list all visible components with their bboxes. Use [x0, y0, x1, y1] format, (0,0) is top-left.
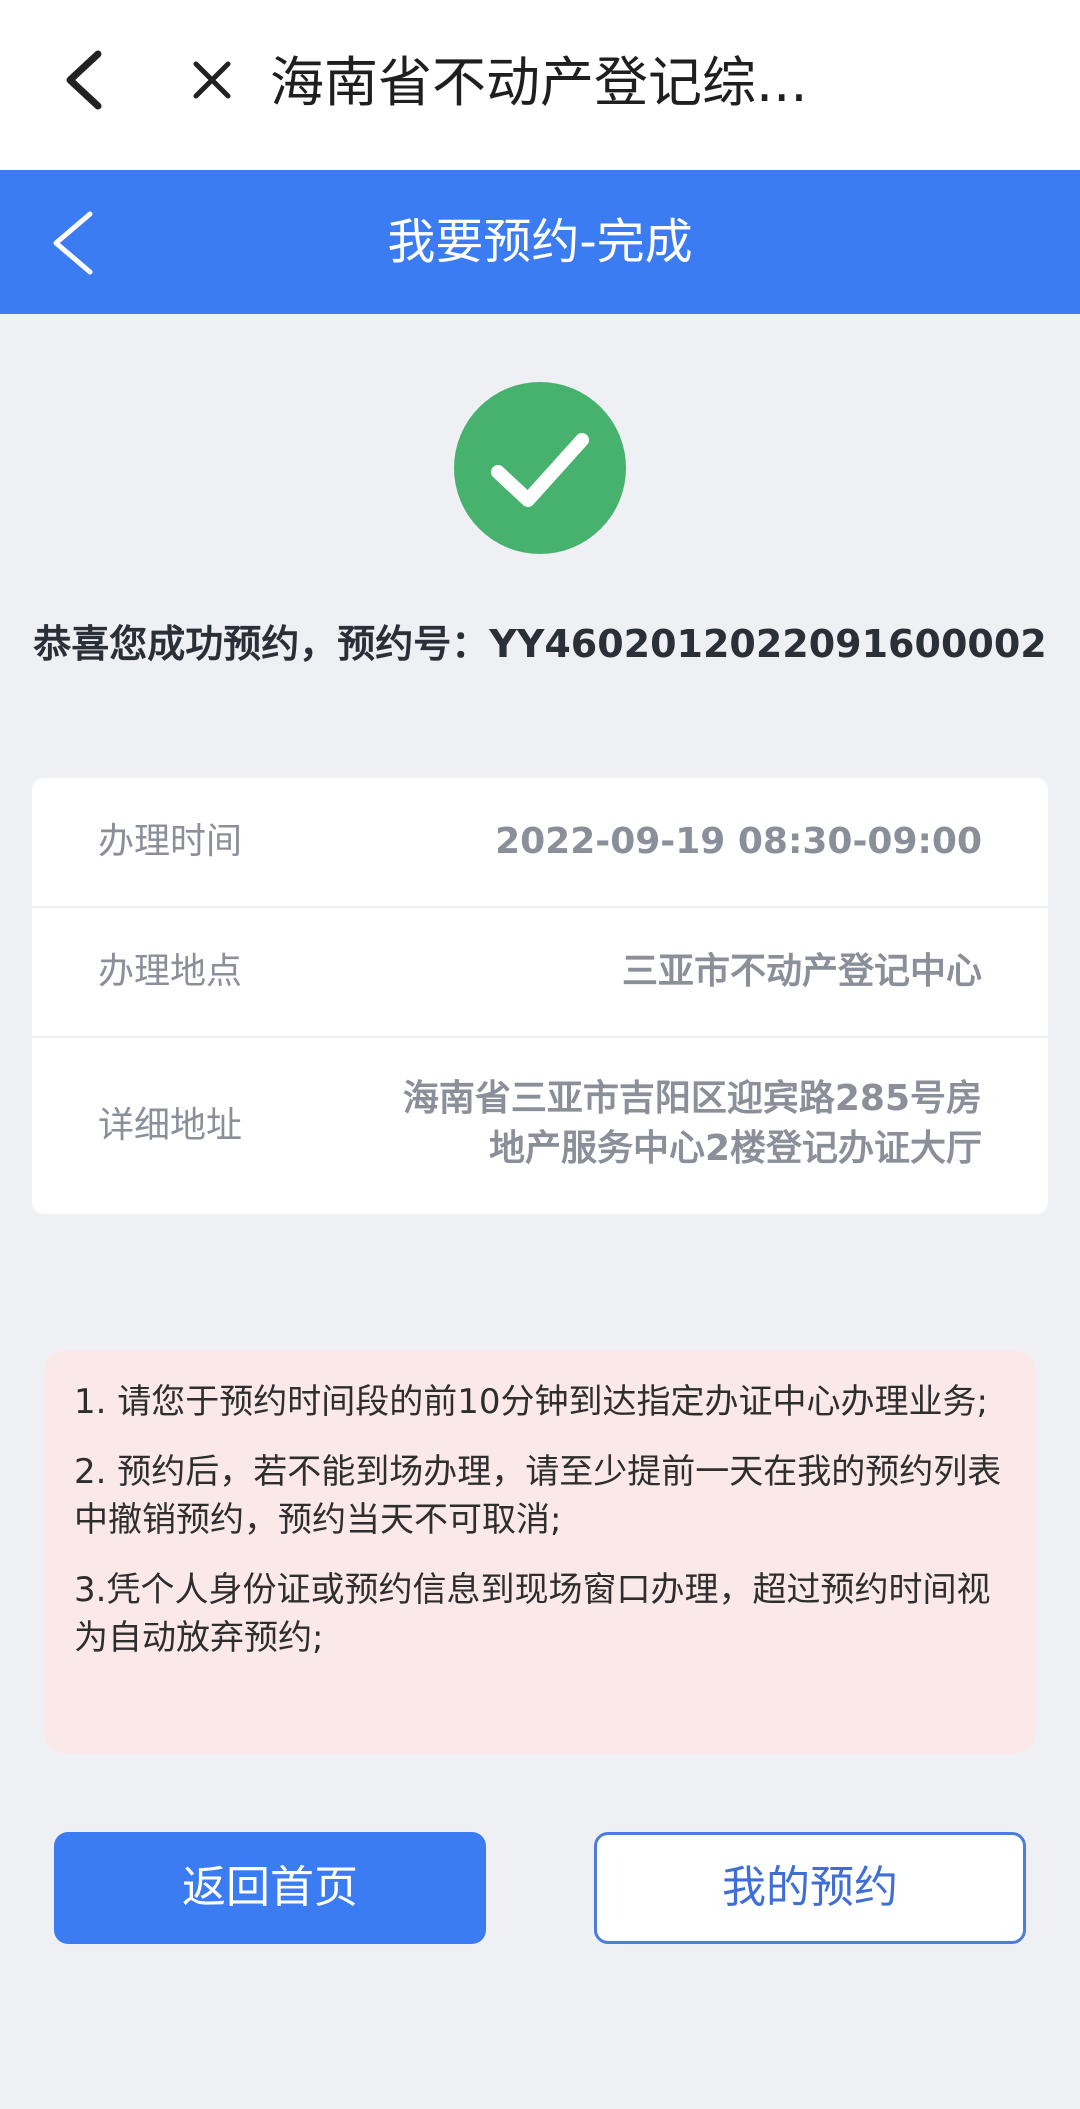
address-line-1: 海南省三亚市吉阳区迎宾路285号房	[402, 1078, 982, 1119]
notice-item: 3.凭个人身份证或预约信息到现场窗口办理，超过预约时间视为自动放弃预约;	[74, 1570, 991, 1658]
my-booking-button[interactable]: 我的预约	[594, 1832, 1026, 1944]
detail-value: 三亚市不动产登记中心	[621, 951, 982, 992]
detail-row-address: 详细地址 海南省三亚市吉阳区迎宾路285号房 地产服务中心2楼登记办证大厅	[32, 1038, 1048, 1214]
booking-success-message: 恭喜您成功预约，预约号：YY4602012022091600002	[33, 622, 1047, 666]
close-icon[interactable]	[192, 60, 232, 100]
booking-details-card: 办理时间 2022-09-19 08:30-09:00 办理地点 三亚市不动产登…	[32, 778, 1048, 1214]
check-circle-icon	[454, 382, 626, 554]
page-title: 我要预约-完成	[387, 214, 693, 270]
address-line-2: 地产服务中心2楼登记办证大厅	[488, 1128, 982, 1169]
detail-label: 详细地址	[98, 1105, 243, 1146]
notice-item: 1. 请您于预约时间段的前10分钟到达指定办证中心办理业务;	[74, 1382, 988, 1422]
page-header: 我要预约-完成	[0, 170, 1080, 314]
detail-value: 2022-09-19 08:30-09:00	[495, 821, 982, 862]
notice-box: 1. 请您于预约时间段的前10分钟到达指定办证中心办理业务; 2. 预约后，若不…	[44, 1350, 1036, 1754]
app-top-bar: 海南省不动产登记综...	[0, 0, 1080, 170]
detail-row-time: 办理时间 2022-09-19 08:30-09:00	[32, 778, 1048, 908]
detail-label: 办理地点	[98, 951, 243, 992]
notice-item: 2. 预约后，若不能到场办理，请至少提前一天在我的预约列表中撤销预约，预约当天不…	[74, 1452, 1002, 1540]
back-icon[interactable]	[62, 50, 106, 110]
detail-row-location: 办理地点 三亚市不动产登记中心	[32, 908, 1048, 1038]
chevron-left-icon[interactable]	[50, 210, 96, 276]
detail-label: 办理时间	[98, 821, 243, 862]
window-title: 海南省不动产登记综...	[270, 51, 808, 114]
detail-value: 海南省三亚市吉阳区迎宾路285号房 地产服务中心2楼登记办证大厅	[403, 1074, 982, 1174]
return-home-button[interactable]: 返回首页	[54, 1832, 486, 1944]
